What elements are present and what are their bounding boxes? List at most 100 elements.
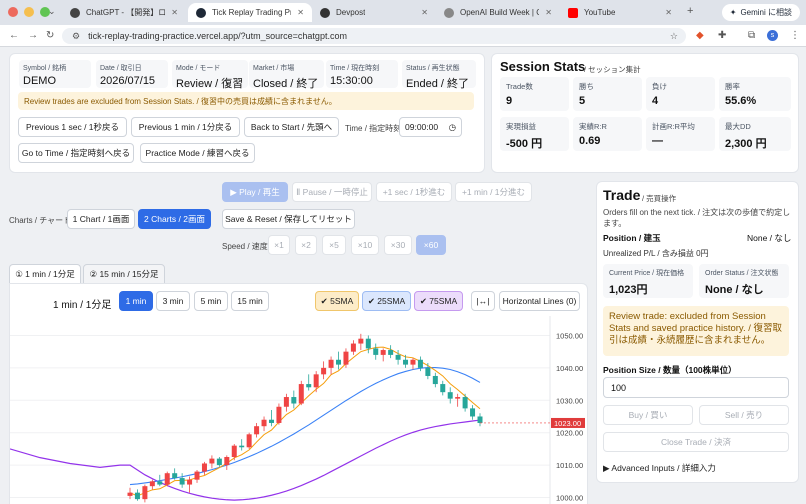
candle-body <box>239 445 245 448</box>
close-tab-icon[interactable]: ✕ <box>659 8 672 17</box>
time-input[interactable]: 09:00:00 ◷ <box>399 117 462 137</box>
plus-1min-button[interactable]: +1 min / 1分進む <box>455 182 532 202</box>
stat-max-drawdown: 最大DD 2,300 円 <box>719 117 791 151</box>
previous-1sec-button[interactable]: Previous 1 sec / 1秒戻る <box>18 117 127 137</box>
candle-body <box>477 416 483 423</box>
sell-button[interactable]: Sell / 売り <box>699 405 789 425</box>
forward-arrow-icon[interactable]: → <box>28 30 38 41</box>
browser-tab-openai-build-week[interactable]: OpenAI Build Week | Oper ✕ <box>436 3 560 22</box>
previous-1min-button[interactable]: Previous 1 min / 1分戻る <box>131 117 240 137</box>
timeframe-15min-button[interactable]: 15 min <box>231 291 269 311</box>
close-tab-icon[interactable]: ✕ <box>415 8 428 17</box>
trade-title: Trade <box>603 187 641 203</box>
sma5-toggle[interactable]: ✔ 5SMA <box>315 291 359 311</box>
candle-body <box>388 350 394 355</box>
back-arrow-icon[interactable]: ← <box>9 30 19 41</box>
browser-tab-devpost[interactable]: Devpost ✕ <box>312 3 436 22</box>
pause-button[interactable]: Ⅱ Pause / 一時停止 <box>292 182 372 202</box>
buy-button[interactable]: Buy / 買い <box>603 405 693 425</box>
candle-body <box>313 374 319 388</box>
tab-list-chevron-icon[interactable]: ⌄ <box>48 6 56 17</box>
speed-x2-button[interactable]: ×2 <box>295 235 317 255</box>
gemini-button[interactable]: ✦ Gemini に相談 <box>721 4 800 21</box>
candle-body <box>179 478 185 485</box>
sma25-toggle[interactable]: ✔ 25SMA <box>362 291 411 311</box>
fit-range-button[interactable]: |↔| <box>471 291 495 311</box>
candle-body <box>261 419 267 427</box>
candle-body <box>462 397 468 409</box>
speed-x60-button[interactable]: ×60 <box>416 235 446 255</box>
timeframe-5min-button[interactable]: 5 min <box>194 291 228 311</box>
candle-body <box>470 408 476 417</box>
info-time: Time / 現在時刻 15:30:00 <box>326 60 398 88</box>
close-tab-icon[interactable]: ✕ <box>291 8 304 17</box>
metamask-extension-icon[interactable]: ◆ <box>696 30 704 41</box>
speed-x5-button[interactable]: ×5 <box>322 235 346 255</box>
candle-body <box>164 473 170 485</box>
order-status-box: Order Status / 注文状態 None / なし <box>699 264 789 298</box>
info-date: Date / 取引日 2026/07/15 <box>96 60 168 88</box>
y-tick-label: 1050.00 <box>556 331 583 340</box>
candle-body <box>216 458 222 466</box>
openai-icon <box>444 7 454 18</box>
y-tick-label: 1020.00 <box>556 429 583 438</box>
time-label: Time / 指定時刻 <box>345 124 402 133</box>
session-stats-title: Session Stats <box>500 59 586 74</box>
horizontal-lines-button[interactable]: Horizontal Lines (0) <box>499 291 580 311</box>
stat-wins: 勝ち 5 <box>573 77 642 111</box>
close-tab-icon[interactable]: ✕ <box>165 8 178 17</box>
save-reset-button[interactable]: Save & Reset / 保存してリセット <box>222 209 355 229</box>
tab-chart-1min[interactable]: ① 1 min / 1分足 <box>9 264 81 284</box>
sma75-toggle[interactable]: ✔ 75SMA <box>414 291 463 311</box>
tab-chart-15min[interactable]: ② 15 min / 15分足 <box>83 264 165 284</box>
new-tab-button[interactable]: + <box>687 5 693 17</box>
back-to-start-button[interactable]: Back to Start / 先頭へ <box>244 117 339 137</box>
plus-1sec-button[interactable]: +1 sec / 1秒進む <box>376 182 452 202</box>
reload-icon[interactable]: ↻ <box>46 30 54 41</box>
browser-tab-youtube[interactable]: YouTube ✕ <box>560 3 680 22</box>
one-chart-button[interactable]: 1 Chart / 1画面 <box>67 209 135 229</box>
practice-mode-button[interactable]: Practice Mode / 練習へ戻る <box>140 143 255 163</box>
info-symbol: Symbol / 銘柄 DEMO <box>19 60 91 88</box>
browser-tab-bar: ⌄ ChatGPT - 【開発】ローソク ✕ Tick Replay Tradi… <box>0 0 806 25</box>
sma25-line <box>129 366 481 486</box>
candle-body <box>157 481 163 485</box>
candle-body <box>201 463 207 472</box>
stat-planned-rr-avg: 計画R:R平均 — <box>646 117 715 151</box>
candlestick-chart[interactable]: 1050.00 1040.00 1030.00 1020.00 1010.00 1000.… <box>10 316 587 504</box>
stat-trade-count: Trade数 9 <box>500 77 569 111</box>
more-menu-icon[interactable]: ⋮ <box>790 30 800 41</box>
candle-body <box>417 359 423 368</box>
speed-x30-button[interactable]: ×30 <box>384 235 412 255</box>
advanced-inputs-toggle[interactable]: ▶ Advanced Inputs / 詳細入力 <box>603 462 716 474</box>
candle-body <box>127 492 133 496</box>
speed-x10-button[interactable]: ×10 <box>351 235 379 255</box>
play-button[interactable]: ▶ Play / 再生 <box>222 182 288 202</box>
candle-body <box>440 384 446 393</box>
review-trade-notice: Review trade: excluded from Session Stat… <box>603 306 789 356</box>
share-icon[interactable]: ⧉ <box>748 30 755 41</box>
go-to-time-button[interactable]: Go to Time / 指定時刻へ戻る <box>18 143 134 163</box>
profile-avatar[interactable]: s <box>767 30 778 41</box>
extensions-puzzle-icon[interactable]: ✚ <box>718 30 726 41</box>
url-field[interactable]: ⚙ tick-replay-trading-practice.vercel.ap… <box>62 28 686 44</box>
browser-tab-tick-replay[interactable]: Tick Replay Trading Practic ✕ <box>188 3 312 22</box>
candle-body <box>455 397 461 399</box>
candle-body <box>231 445 237 457</box>
two-charts-button[interactable]: 2 Charts / 2画面 <box>138 209 211 229</box>
candle-body <box>395 354 401 360</box>
close-tab-icon[interactable]: ✕ <box>539 8 552 17</box>
position-size-label: Position Size / 数量（100株単位） <box>603 365 737 375</box>
close-trade-button[interactable]: Close Trade / 決済 <box>603 432 789 452</box>
browser-tab-chatgpt[interactable]: ChatGPT - 【開発】ローソク ✕ <box>62 3 186 22</box>
minimize-window-dot[interactable] <box>24 7 34 17</box>
candle-body <box>343 351 349 365</box>
timeframe-3min-button[interactable]: 3 min <box>156 291 190 311</box>
close-window-dot[interactable] <box>8 7 18 17</box>
candle-body <box>149 481 155 487</box>
timeframe-1min-button[interactable]: 1 min <box>119 291 153 311</box>
bookmark-star-icon[interactable]: ☆ <box>670 31 678 42</box>
speed-x1-button[interactable]: ×1 <box>268 235 290 255</box>
position-size-input[interactable]: 100 <box>603 377 789 398</box>
site-info-icon[interactable]: ⚙ <box>72 31 80 42</box>
